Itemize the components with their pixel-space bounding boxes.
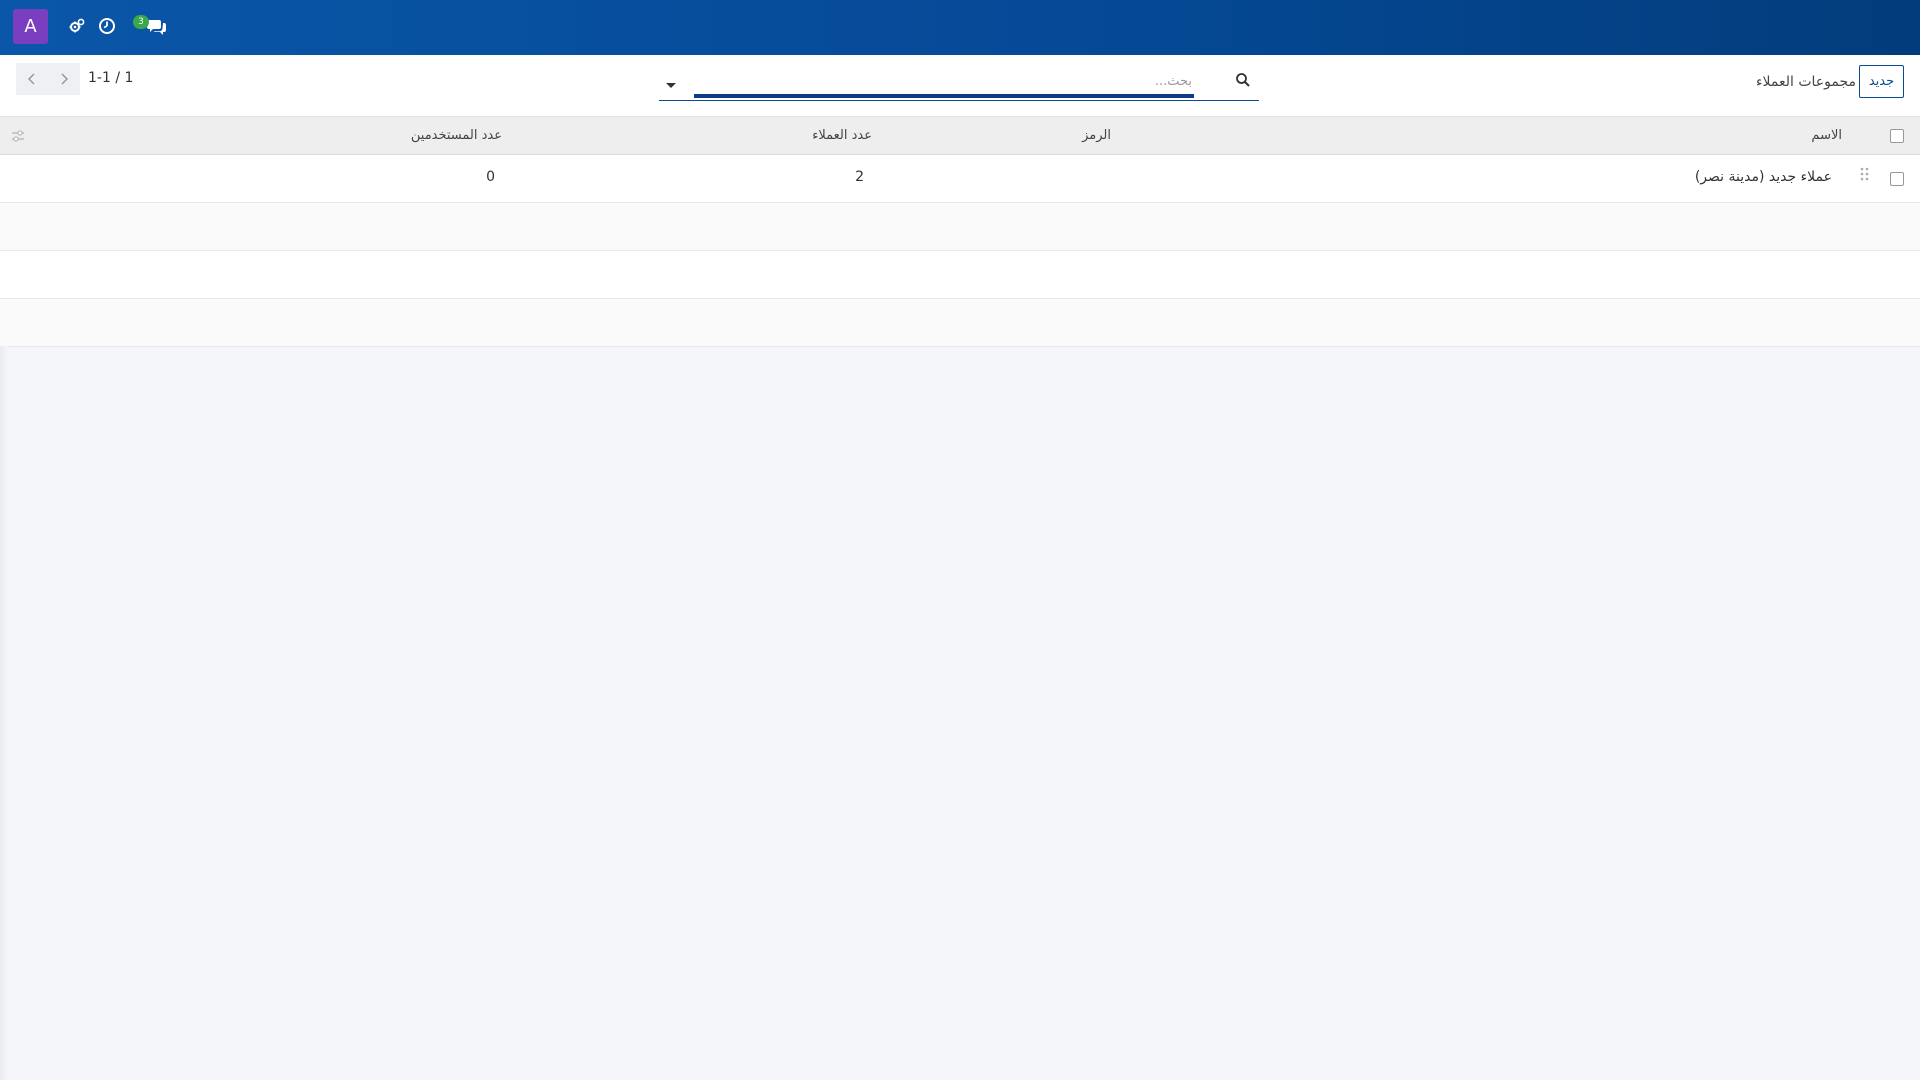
cell-name: عملاء جديد (مدينة نصر) bbox=[1694, 169, 1832, 185]
search-icon[interactable] bbox=[1235, 72, 1251, 88]
empty-row bbox=[0, 299, 1920, 347]
left-edge-shade bbox=[0, 346, 8, 1080]
empty-row bbox=[0, 203, 1920, 251]
chevron-left-icon bbox=[27, 73, 35, 85]
drag-handle-icon[interactable] bbox=[1860, 166, 1870, 184]
pager-next-button[interactable] bbox=[48, 63, 80, 95]
new-button[interactable]: جديد bbox=[1859, 65, 1904, 98]
pager-previous-button[interactable] bbox=[16, 63, 48, 95]
table-header: الاسم الرمز عدد العملاء عدد المستخدمين bbox=[0, 117, 1920, 155]
chevron-right-icon bbox=[61, 73, 69, 85]
column-settings-icon[interactable] bbox=[10, 128, 26, 144]
cell-users-count: 0 bbox=[486, 169, 495, 185]
settings-icon[interactable] bbox=[66, 15, 88, 37]
search-input[interactable] bbox=[694, 68, 1194, 98]
page-title: مجموعات العملاء bbox=[1755, 74, 1856, 90]
control-panel: جديد مجموعات العملاء 1-1 / 1 bbox=[0, 55, 1920, 117]
empty-row bbox=[0, 251, 1920, 299]
user-avatar[interactable]: A bbox=[13, 9, 48, 44]
pager-value[interactable]: 1-1 / 1 bbox=[88, 70, 133, 86]
select-all-checkbox[interactable] bbox=[1890, 129, 1904, 143]
messages-badge: 3 bbox=[133, 15, 149, 29]
top-navbar: A 3 bbox=[0, 0, 1920, 55]
chevron-down-icon[interactable] bbox=[665, 76, 677, 88]
column-header-name[interactable]: الاسم bbox=[1811, 128, 1842, 143]
cell-customers-count: 2 bbox=[855, 169, 864, 185]
search-bar bbox=[659, 65, 1259, 101]
column-header-customers-count[interactable]: عدد العملاء bbox=[812, 128, 872, 143]
chat-icon[interactable] bbox=[145, 15, 169, 37]
column-header-users-count[interactable]: عدد المستخدمين bbox=[411, 128, 502, 143]
row-checkbox[interactable] bbox=[1890, 172, 1904, 186]
clock-icon[interactable] bbox=[96, 15, 118, 37]
table-row[interactable]: عملاء جديد (مدينة نصر) 2 0 bbox=[0, 155, 1920, 203]
column-header-code[interactable]: الرمز bbox=[1082, 128, 1111, 143]
list-table: الاسم الرمز عدد العملاء عدد المستخدمين ع… bbox=[0, 117, 1920, 347]
